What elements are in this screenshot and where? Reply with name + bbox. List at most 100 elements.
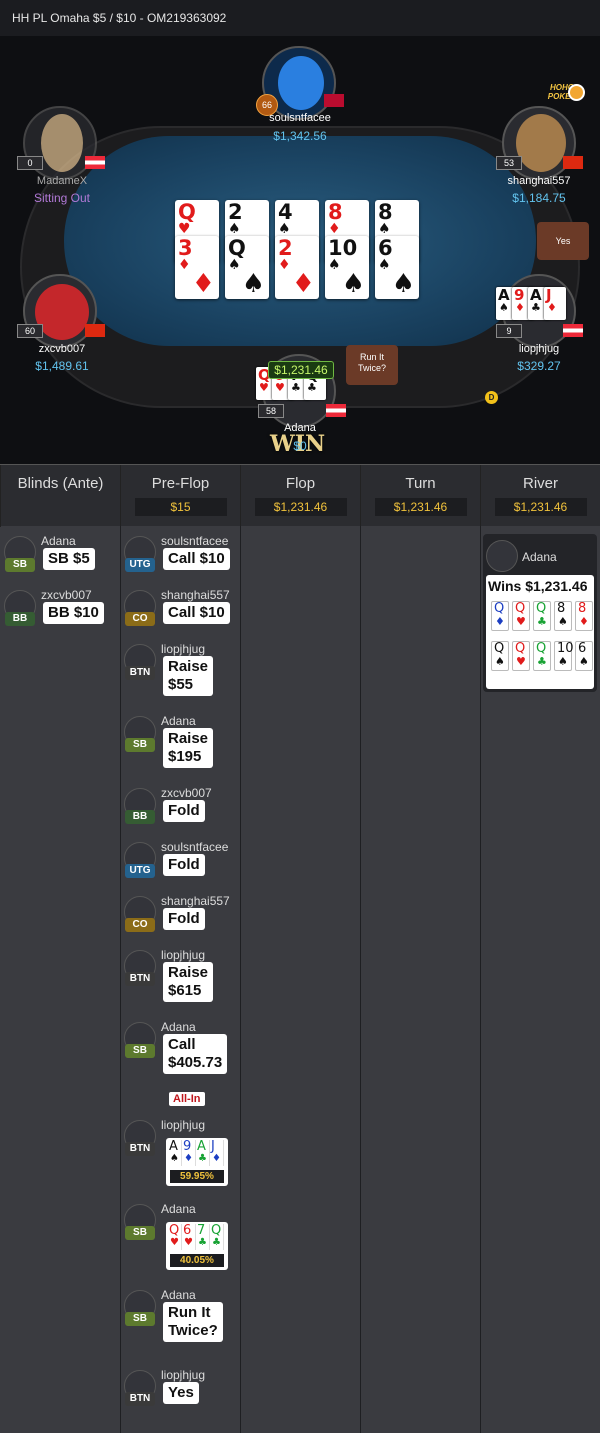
card-rank: 8 (578, 601, 587, 616)
position-badge: BB (5, 612, 35, 626)
position-badge: CO (125, 918, 155, 932)
card-suit-icon: ♠ (558, 655, 568, 668)
level-badge-zxcvb007: 60 (17, 324, 43, 338)
equity-percent: 59.95% (170, 1170, 224, 1183)
street-turn: Turn $1,231.46 (360, 465, 480, 527)
card-suit-icon: ♦ (178, 257, 191, 273)
card-rank: J (211, 1139, 215, 1154)
level-badge-adana: 58 (258, 404, 284, 418)
seat-name-shanghai557: shanghai557 (507, 175, 571, 187)
card-rank: 8 (557, 601, 566, 616)
winning-card: 8 ♦ (575, 601, 593, 631)
player-name: shanghai557 (161, 588, 230, 602)
hole-card: 7♣ (197, 1224, 210, 1250)
seat-stack-liopjhjug: $329.27 (517, 359, 561, 373)
winner-text: Wins $1,231.46 (488, 578, 588, 594)
action-text: Fold (163, 800, 205, 822)
hole-card: 9 ♦ (183, 1140, 196, 1166)
winning-card: Q ♣ (533, 601, 551, 631)
hole-card: A ♠ (169, 1140, 182, 1166)
card-rank: 4 (278, 200, 293, 224)
card-suit-icon: ♠ (558, 615, 568, 628)
street-river: River $1,231.46 (480, 465, 600, 527)
card-rank: Q (228, 236, 246, 260)
action-text: Run It Twice? (163, 1302, 223, 1342)
position-badge: BTN (125, 1142, 155, 1156)
position-badge: SB (125, 738, 155, 752)
player-name: Adana (161, 1202, 196, 1216)
card-suit-icon: ♠ (378, 221, 391, 237)
poker-table: HOHO POKER 66 soulsntfacee $1,342.56 0 M… (0, 36, 600, 464)
card-suit-icon: ♣ (307, 381, 317, 394)
card-suit-icon: ♠ (391, 269, 415, 299)
flag-austria-icon (326, 404, 346, 417)
card-rank: Q (169, 1223, 180, 1238)
card-rank: 6 (183, 1223, 192, 1238)
seat-name-soulsntfacee: soulsntfacee (269, 112, 331, 124)
card-rank: Q (536, 601, 547, 616)
action-text: Call $405.73 (163, 1034, 228, 1074)
street-flop: Flop $1,231.46 (240, 465, 360, 527)
street-label: Pre-Flop (151, 475, 210, 492)
equity-percent: 40.05% (170, 1254, 224, 1267)
hole-card: 6♥ (183, 1224, 196, 1250)
chat-bubble-yes: Yes (537, 222, 589, 260)
player-name: liopjhjug (161, 948, 206, 962)
player-name: soulsntfacee (161, 534, 229, 548)
seat-name-madamex: MadameX (36, 175, 88, 187)
position-badge: SB (125, 1312, 155, 1326)
all-in-badge: All-In (169, 1092, 205, 1106)
seat-stack-soulsntfacee: $1,342.56 (273, 129, 327, 143)
card-rank: Q (536, 641, 547, 656)
card-rank: 2 (228, 200, 243, 224)
street-preflop: Pre-Flop $15 (120, 465, 240, 527)
card-suit-icon: ♠ (241, 269, 265, 299)
flag-austria-icon (563, 324, 583, 337)
player-name: liopjhjug (161, 1118, 206, 1132)
winning-card: Q ♣ (533, 641, 551, 671)
seat-stack-zxcvb007: $1,489.61 (35, 359, 89, 373)
seat-name-adana: Adana (284, 422, 316, 434)
card-suit-icon: ♠ (228, 257, 241, 273)
column-divider (240, 526, 360, 1433)
hand-title: HH PL Omaha $5 / $10 - OM219363092 (0, 0, 600, 36)
card-rank: 8 (378, 200, 393, 224)
card-suit-icon: ♣ (291, 381, 301, 394)
action-text: Call $10 (163, 602, 230, 624)
card-rank: Q (178, 200, 196, 224)
card-suit-icon: ♦ (328, 221, 341, 237)
hole-card: A ♣ (197, 1140, 210, 1166)
winning-card: 8 ♠ (554, 601, 572, 631)
card-rank: 6 (378, 236, 393, 260)
equity-box: Q ♥ 6 ♥ 7 ♣ Q ♣ 40.05% (166, 1222, 228, 1270)
position-badge: UTG (125, 864, 155, 878)
card-suit-icon: ♠ (228, 221, 241, 237)
player-name: shanghai557 (161, 894, 230, 908)
board-card: 10 ♠ ♠ (325, 236, 369, 299)
street-pot: $15 (134, 498, 227, 516)
player-name: liopjhjug (161, 642, 206, 656)
action-text: Raise $195 (163, 728, 214, 768)
card-suit-icon: ♠ (341, 269, 365, 299)
card-suit-icon: ♣ (198, 1237, 207, 1248)
board-card: 6 ♠ ♠ (375, 236, 419, 299)
card-suit-icon: ♥ (516, 615, 526, 628)
pot-amount: $1,231.46 (268, 361, 334, 379)
card-rank: Q (494, 641, 505, 656)
card-suit-icon: ♣ (537, 615, 547, 628)
winning-card: Q ♦ (491, 601, 509, 631)
street-blinds: Blinds (Ante) (0, 465, 120, 527)
street-pot: $1,231.46 (254, 498, 347, 516)
flag-china-icon (85, 324, 105, 337)
card-rank: 7 (197, 1223, 206, 1238)
card-suit-icon: ♠ (328, 257, 341, 273)
board-card: Q ♠ ♠ (225, 236, 269, 299)
street-pot: $1,231.46 (494, 498, 587, 516)
position-badge: BTN (125, 666, 155, 680)
winner-box: Wins $1,231.46 Q ♦ Q ♥ Q ♣ 8 ♠ 8 ♦ Q ♠ Q ♥ Q ♣ 10 ♠ 6 ♠ (486, 575, 594, 689)
player-name: Adana (161, 1288, 196, 1302)
card-rank: Q (515, 601, 526, 616)
seat-stack-adana: $0 (293, 439, 307, 453)
position-badge: BTN (125, 1392, 155, 1406)
street-label: Blinds (Ante) (17, 475, 104, 492)
